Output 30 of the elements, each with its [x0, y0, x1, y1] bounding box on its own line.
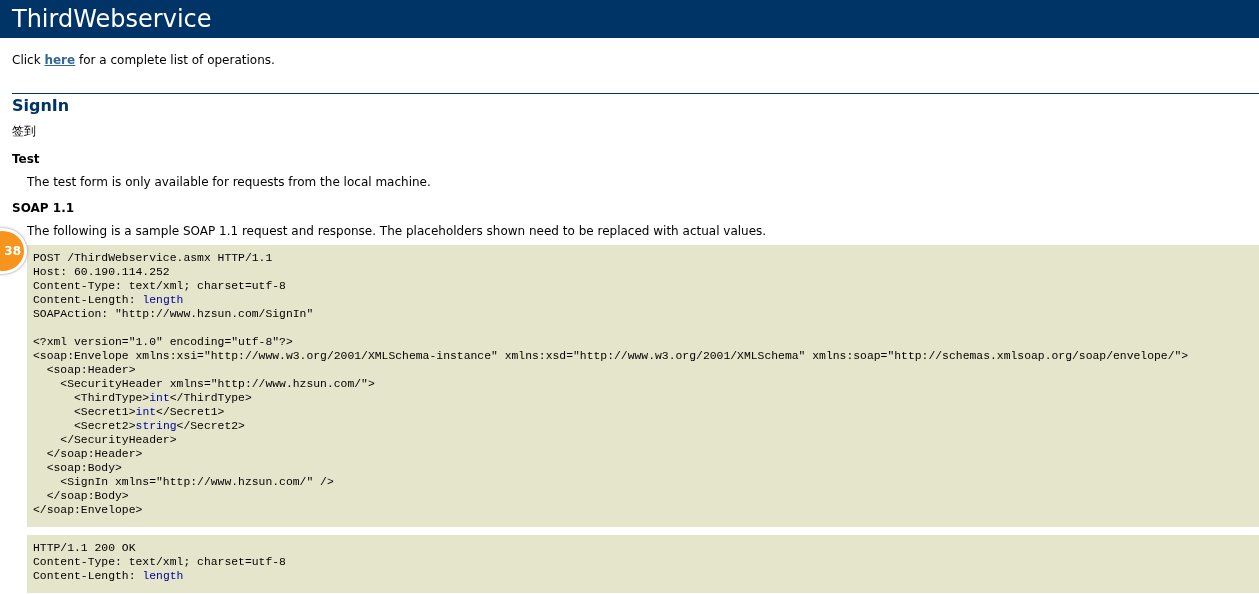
operation-description: 签到: [12, 123, 37, 140]
code-line: <SignIn xmlns="http://www.hzsun.com/" />: [59, 475, 335, 489]
code-line: </soap:Envelope>: [33, 503, 144, 517]
section-heading: SOAP 1.1: [12, 201, 76, 215]
code-line: </soap:Body>: [45, 489, 130, 503]
code-line: </SecurityHeader>: [59, 433, 178, 447]
code-line: <soap:Header>: [45, 363, 137, 377]
code-line: Content-Length: length: [33, 293, 185, 307]
code-line: Content-Length: length: [33, 569, 185, 583]
section-text: The following is a sample SOAP 1.1 request and response. The placeholders shown need to be replaced with actual values.: [27, 224, 768, 238]
code-line: <SecurityHeader xmlns="http://www.hzsun.com/">: [59, 377, 376, 391]
code-line: Content-Type: text/xml; charset=utf-8: [33, 555, 287, 569]
operations-link[interactable]: here: [44, 53, 76, 67]
code-line: <ThirdType>int</ThirdType>: [73, 391, 253, 405]
page-title: ThirdWebservice: [12, 5, 212, 33]
code-line: <Secret2>string</Secret2>: [73, 419, 246, 433]
code-line: POST /ThirdWebservice.asmx HTTP/1.1: [33, 251, 274, 265]
code-line: <Secret1>int</Secret1>: [73, 405, 226, 419]
code-line: <?xml version="1.0" encoding="utf-8"?>: [33, 335, 294, 349]
code-line: HTTP/1.1 200 OK: [33, 541, 137, 555]
code-line: Host: 60.190.114.252: [33, 265, 171, 279]
section-heading: Test: [12, 152, 41, 166]
code-line: Content-Type: text/xml; charset=utf-8: [33, 279, 287, 293]
code-line: <soap:Body>: [45, 461, 123, 475]
code-line: <soap:Envelope xmlns:xsi="http://www.w3.org/2001/XMLSchema-instance" xmlns:xsd="http://www.w3.org/2001/XMLSchema" xmlns:soap="http://schemas.xmlsoap.org/soap/envelope/">: [33, 349, 1190, 363]
code-line: </soap:Header>: [45, 447, 144, 461]
code-line: SOAPAction: "http://www.hzsun.com/SignIn": [33, 307, 315, 321]
operation-title: SignIn: [12, 96, 71, 115]
section-text: The test form is only available for requests from the local machine.: [27, 175, 432, 189]
intro-text: Click here for a complete list of operations.: [12, 53, 276, 67]
